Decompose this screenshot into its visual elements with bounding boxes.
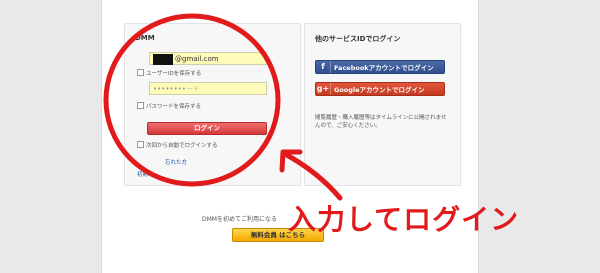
arrow-shaft xyxy=(282,151,343,201)
highlight-circle xyxy=(103,13,281,187)
callout-text: 入力してログイン xyxy=(288,203,520,236)
